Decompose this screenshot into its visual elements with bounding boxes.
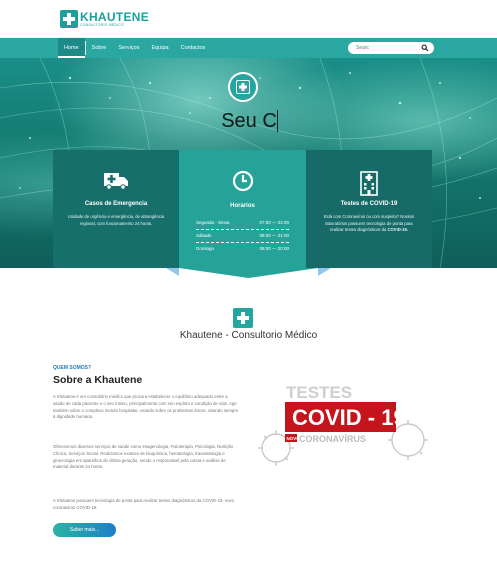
hours-row: Domingo 08:00 — 20:00 xyxy=(196,243,289,255)
hours-day: Domingo xyxy=(196,246,215,251)
search-box xyxy=(348,42,434,54)
about-paragraph: A Khautene possuem tecnologia de ponta p… xyxy=(53,498,235,510)
medical-cross-icon xyxy=(60,10,78,28)
site-header: KHAUTENE CONSULTORIO MÉDICO xyxy=(0,0,497,38)
search-icon[interactable] xyxy=(421,44,429,52)
covid-strong-text: COVID-19. xyxy=(387,227,408,232)
hours-time: 08:00 — 20:00 xyxy=(259,246,289,251)
card-hours[interactable]: Horarios Segunda - Sexta 07:00 — 22:00 S… xyxy=(179,150,306,268)
logo-tagline: CONSULTORIO MÉDICO xyxy=(80,22,124,27)
card-emergency-description: Unidade de urgência e emergência, de abr… xyxy=(67,214,165,226)
card-covid-title: Testes de COVID-19 xyxy=(340,201,398,207)
banner-line2: COVID - 19 xyxy=(292,405,406,430)
hours-row: Sábado 08:00 — 21:00 xyxy=(196,230,289,243)
decorative-triangle xyxy=(318,268,331,276)
clock-icon xyxy=(232,170,253,192)
hours-table: Segunda - Sexta 07:00 — 22:00 Sábado 08:… xyxy=(196,217,289,255)
card-covid-tests[interactable]: Testes de COVID-19 Está com Coronavírus … xyxy=(306,150,432,268)
nav-item-equipa[interactable]: Equipa xyxy=(145,38,174,58)
hours-day: Segunda - Sexta xyxy=(196,220,230,225)
hospital-building-icon xyxy=(360,171,378,196)
card-hours-title: Horarios xyxy=(230,203,255,209)
nav-item-home[interactable]: Home xyxy=(58,38,85,58)
banner-line1: TESTES xyxy=(286,383,352,402)
hours-time: 07:00 — 22:00 xyxy=(259,220,289,225)
covid-tests-banner-image: TESTES COVID - 19 NOVO CORONAVÍRUS xyxy=(258,383,428,466)
nav-separator xyxy=(84,41,86,55)
card-covid-description: Está com Coronavírus ou com suspeita? No… xyxy=(323,214,415,232)
nav-item-contactos[interactable]: Contactos xyxy=(175,38,212,58)
card-emergency-title: Casos de Emergencia xyxy=(84,201,148,207)
about-kicker: QUEM SOMOS? xyxy=(53,365,92,371)
hero-medical-icon xyxy=(228,72,258,102)
hours-row: Segunda - Sexta 07:00 — 22:00 xyxy=(196,217,289,230)
medical-cross-icon xyxy=(233,308,253,328)
medical-cross-icon xyxy=(236,80,250,94)
decorative-triangle xyxy=(166,268,179,276)
logo-name: KHAUTENE xyxy=(80,9,150,24)
banner-line3: CORONAVÍRUS xyxy=(299,434,366,444)
hours-time: 08:00 — 21:00 xyxy=(259,233,289,238)
brand-logo[interactable]: KHAUTENE CONSULTORIO MÉDICO xyxy=(60,10,149,28)
hero-section: Seu C Casos de Emergencia Unidade de urg… xyxy=(0,58,497,268)
search-input[interactable] xyxy=(356,45,416,51)
main-nav: Home Sobre Serviços Equipa Contactos xyxy=(0,38,497,58)
nav-item-servicos[interactable]: Serviços xyxy=(112,38,145,58)
ambulance-icon xyxy=(104,173,128,190)
about-paragraph: A Khautene é um consultório médico que p… xyxy=(53,394,239,420)
hours-day: Sábado xyxy=(196,233,212,238)
learn-more-button[interactable]: Saber mais... xyxy=(53,523,116,537)
card-emergency[interactable]: Casos de Emergencia Unidade de urgência … xyxy=(53,150,179,268)
feature-cards: Casos de Emergencia Unidade de urgência … xyxy=(53,150,432,268)
about-paragraph: Oferecemos diversos serviços de saúde co… xyxy=(53,444,234,470)
about-section-heading: Khautene - Consultorio Médico xyxy=(179,330,318,341)
hero-typed-title: Seu C xyxy=(219,110,278,132)
nav-item-sobre[interactable]: Sobre xyxy=(86,38,113,58)
about-title: Sobre a Khautene xyxy=(53,374,143,386)
decorative-pointer xyxy=(179,268,318,278)
